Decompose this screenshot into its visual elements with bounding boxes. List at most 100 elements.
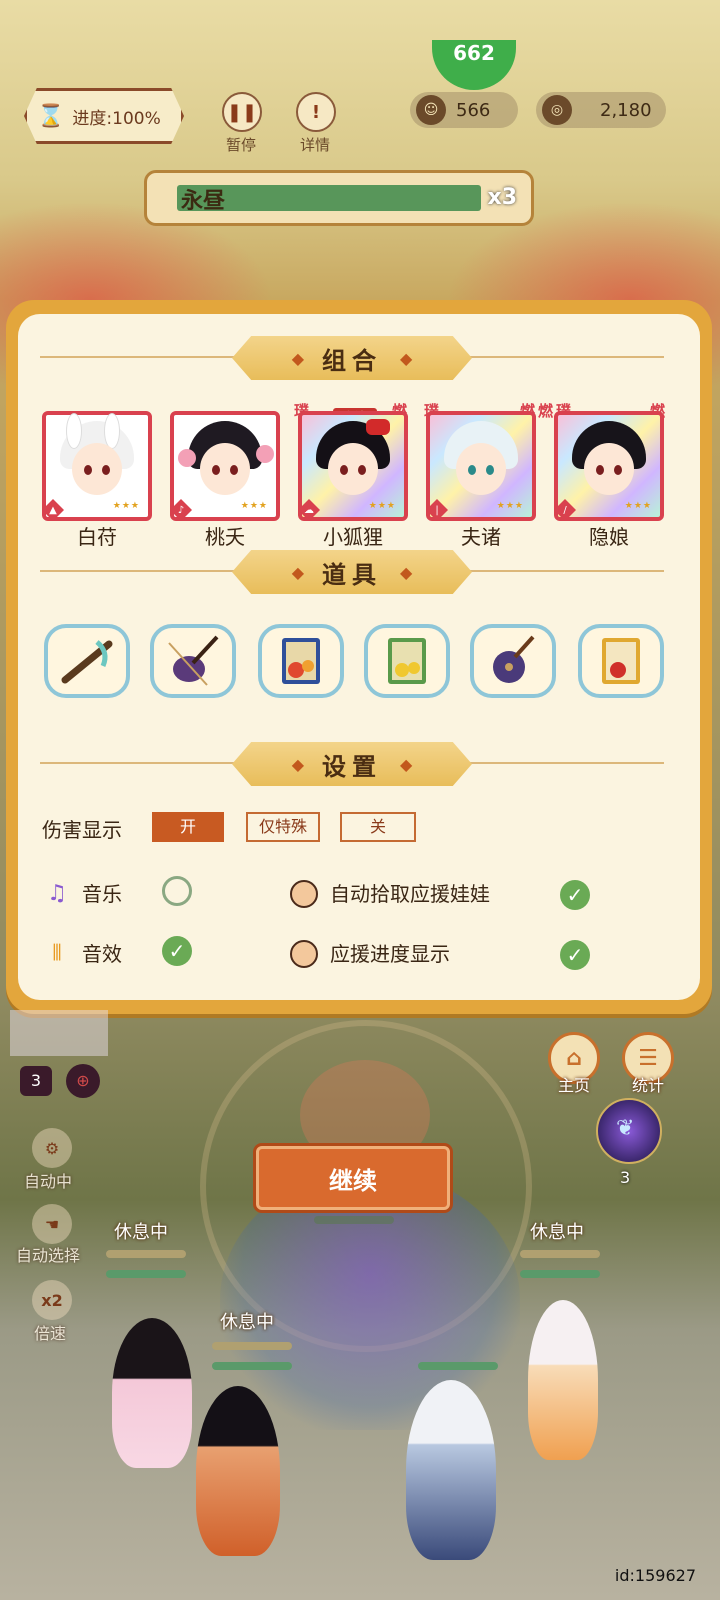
flower-icon [178, 449, 196, 467]
item-slot[interactable] [44, 624, 130, 698]
sfx-toggle[interactable]: ✓ [162, 936, 192, 966]
item-slot[interactable] [470, 624, 556, 698]
butterfly-icon: ❦ [616, 1116, 635, 1141]
star-rating: ★★★ [496, 501, 524, 511]
damage-display-label: 伤害显示 [42, 818, 122, 842]
player-id: id:159627 [614, 1566, 696, 1585]
support-progress-label: 应援进度显示 [330, 942, 450, 966]
item-slot[interactable] [578, 624, 664, 698]
character-card-yinniang[interactable]: / ★★★ [554, 411, 664, 521]
diamond-icon: ◆ [291, 754, 304, 774]
continue-button[interactable]: 继续 [256, 1146, 450, 1210]
divider [468, 762, 664, 764]
auto-pick-toggle[interactable]: ✓ [560, 880, 590, 910]
character-name: 小狐狸 [323, 525, 383, 549]
details-button[interactable]: ! 详情 [296, 92, 342, 155]
face [328, 443, 378, 495]
speed-button[interactable]: x2 [32, 1280, 72, 1320]
music-note-icon: ♫ [47, 880, 67, 906]
home-icon: ⌂ [566, 1045, 582, 1071]
auto-label: 自动中 [24, 1172, 73, 1191]
eye [102, 465, 110, 475]
divider [40, 356, 236, 358]
music-toggle[interactable] [162, 876, 192, 906]
class-badge-icon: ☁ [298, 499, 320, 521]
eye [614, 465, 622, 475]
speed-label: 倍速 [34, 1324, 67, 1343]
support-progress-toggle[interactable]: ✓ [560, 940, 590, 970]
section-team-header: ◆ 组合 ◆ [232, 336, 472, 380]
character-card-xiaohuli[interactable]: ☁ ★★★ [298, 411, 408, 521]
coin-icon: ◎ [542, 95, 572, 125]
character-card-baifu[interactable]: ▲ ★★★ [42, 411, 152, 521]
face [72, 443, 122, 495]
resting-label: 休息中 [220, 1312, 274, 1333]
face [456, 443, 506, 495]
doll-icon [290, 880, 318, 908]
item-slot[interactable] [150, 624, 236, 698]
eye [358, 465, 366, 475]
hp-bar [520, 1250, 600, 1258]
auto-pick-label: 自动拾取应援娃娃 [330, 882, 490, 906]
energy-bar [520, 1270, 600, 1278]
music-label: 音乐 [82, 882, 122, 906]
skill-rune-icon: ⊕ [66, 1064, 100, 1098]
doll-currency: ☺ 566 [410, 92, 518, 128]
hp-bar [314, 1216, 394, 1224]
character-thumbnail[interactable] [10, 1010, 108, 1056]
details-label: 详情 [299, 136, 330, 154]
character-card-fuzhu[interactable]: | ★★★ [426, 411, 536, 521]
stats-icon: ☰ [638, 1045, 658, 1071]
divider [40, 570, 236, 572]
section-items-header: ◆ 道具 ◆ [232, 550, 472, 594]
book-icon [282, 638, 320, 684]
energy-bar [212, 1362, 292, 1370]
face [584, 443, 634, 495]
sfx-label: 音效 [82, 942, 122, 966]
pause-icon: ❚❚ [222, 92, 262, 132]
hp-bar [106, 1250, 186, 1258]
butterfly-skill-button[interactable]: ❦ [596, 1098, 662, 1164]
divider [468, 356, 664, 358]
divider [40, 762, 236, 764]
damage-option-on[interactable]: 开 [152, 812, 224, 842]
damage-option-special[interactable]: 仅特殊 [246, 812, 320, 842]
stats-label: 统计 [631, 1076, 664, 1095]
small-count-badge: 3 [20, 1066, 52, 1096]
resting-label: 休息中 [530, 1222, 584, 1243]
rabbit-ear [104, 413, 120, 449]
auto-select-button[interactable]: ☚ [32, 1204, 72, 1244]
pause-label: 暂停 [225, 136, 256, 154]
book-icon [602, 638, 640, 684]
pause-button[interactable]: ❚❚ 暂停 [222, 92, 268, 155]
eye [84, 465, 92, 475]
chibi-fuzhu [406, 1380, 496, 1560]
section-items-title: 道具 [322, 560, 382, 589]
doll-face-icon: ☺ [416, 95, 446, 125]
item-slot[interactable] [364, 624, 450, 698]
auto-select-label: 自动选择 [16, 1246, 81, 1265]
eye [468, 465, 476, 475]
hp-bar [212, 1342, 292, 1350]
doll-currency-value: 566 [456, 99, 491, 121]
home-label: 主页 [557, 1076, 590, 1095]
class-badge-icon: ♪ [170, 499, 192, 521]
class-badge-icon: | [426, 499, 448, 521]
resting-label: 休息中 [114, 1222, 168, 1243]
character-name: 夫诸 [461, 525, 501, 549]
character-name: 桃夭 [205, 525, 245, 549]
lute-icon [493, 635, 535, 683]
tag-ran: 燃 [538, 402, 554, 420]
item-slot[interactable] [258, 624, 344, 698]
section-settings-header: ◆ 设置 ◆ [232, 742, 472, 786]
eye [486, 465, 494, 475]
coin-currency-value: 2,180 [600, 99, 652, 121]
auto-button[interactable]: ⚙ [32, 1128, 72, 1168]
damage-option-off[interactable]: 关 [340, 812, 416, 842]
divider [468, 570, 664, 572]
violin-icon [168, 635, 219, 686]
speed-badge: x2 [41, 1290, 63, 1310]
character-card-taoyao[interactable]: ♪ ★★★ [170, 411, 280, 521]
eye [596, 465, 604, 475]
flower-icon [256, 445, 274, 463]
